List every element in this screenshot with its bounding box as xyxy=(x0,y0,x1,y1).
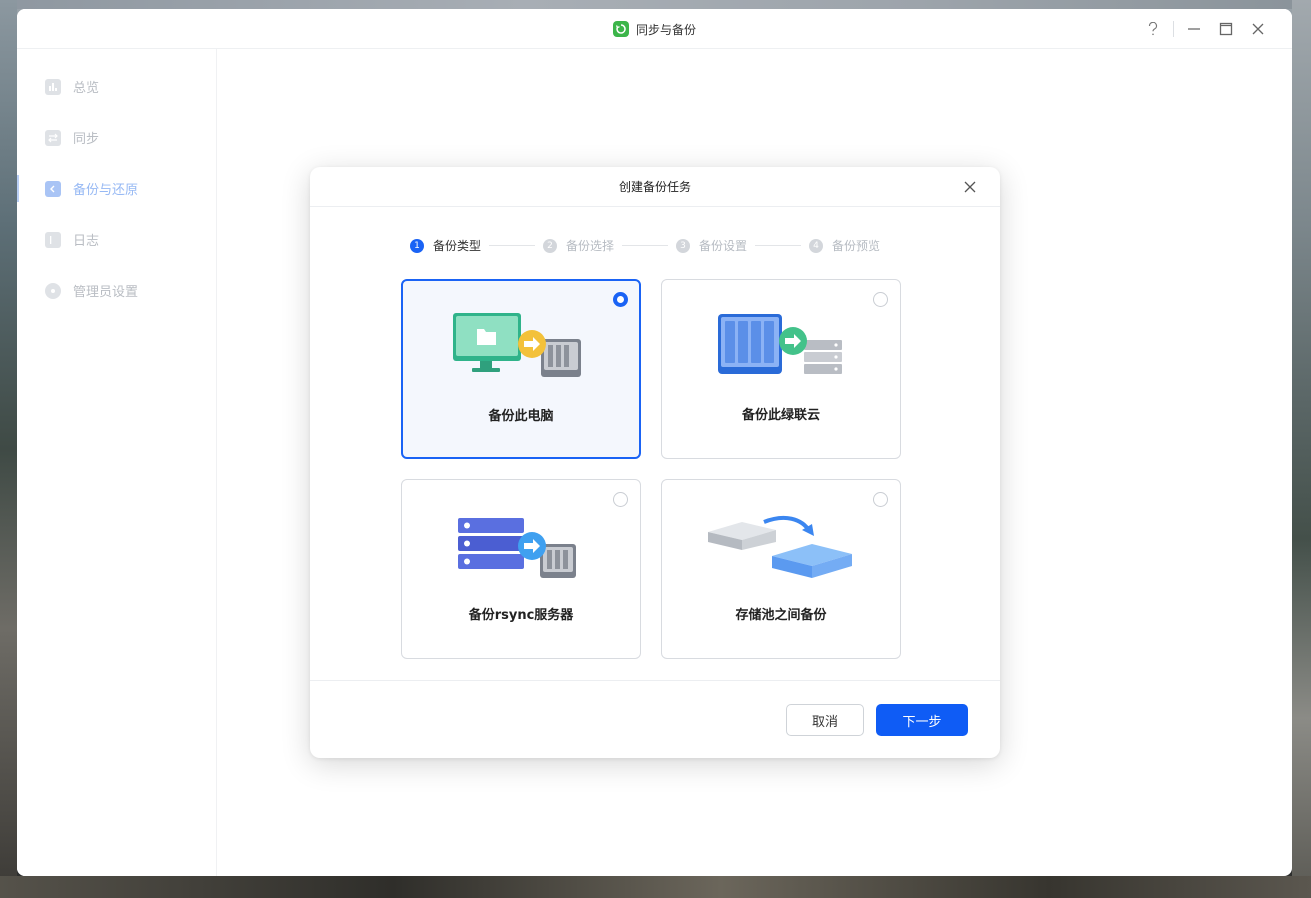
option-label: 备份此电脑 xyxy=(488,409,554,424)
close-icon[interactable] xyxy=(962,179,978,195)
sidebar-item-log[interactable]: 日志 xyxy=(17,214,216,265)
titlebar-divider xyxy=(1173,21,1174,37)
sidebar-item-label: 同步 xyxy=(73,132,100,147)
gear-icon xyxy=(45,282,61,299)
step-number: 1 xyxy=(410,238,424,253)
dialog-header: 创建备份任务 xyxy=(310,167,1000,207)
log-icon xyxy=(45,231,61,248)
desktop-wallpaper-bottom xyxy=(0,876,1311,898)
radio-button[interactable] xyxy=(613,292,628,307)
sidebar-item-admin-settings[interactable]: 管理员设置 xyxy=(17,265,216,316)
step-label: 备份类型 xyxy=(433,239,482,253)
dialog-footer: 取消 下一步 xyxy=(310,680,1000,758)
step-backup-selection: 2 备份选择 xyxy=(543,237,614,254)
sidebar-item-overview[interactable]: 总览 xyxy=(17,61,216,112)
rsync-to-nas-illustration xyxy=(402,510,640,590)
step-number: 3 xyxy=(676,238,691,253)
option-label: 备份rsync服务器 xyxy=(468,608,574,623)
step-number: 4 xyxy=(809,238,824,253)
radio-button[interactable] xyxy=(613,492,628,507)
dialog-title: 创建备份任务 xyxy=(618,180,691,194)
next-step-button[interactable]: 下一步 xyxy=(876,704,968,736)
step-connector xyxy=(755,245,802,246)
step-connector xyxy=(489,245,536,246)
minimize-icon[interactable] xyxy=(1178,9,1210,49)
sidebar-item-sync[interactable]: 同步 xyxy=(17,112,216,163)
cancel-button[interactable]: 取消 xyxy=(786,704,864,736)
step-indicator: 1 备份类型 2 备份选择 3 备份设置 4 备份预览 xyxy=(410,237,880,254)
title-bar: 同步与备份 xyxy=(17,9,1292,49)
step-backup-type: 1 备份类型 xyxy=(410,237,481,254)
step-number: 2 xyxy=(543,238,558,253)
step-label: 备份选择 xyxy=(566,239,615,253)
step-backup-preview: 4 备份预览 xyxy=(809,237,880,254)
window-title: 同步与备份 xyxy=(635,22,696,37)
step-label: 备份设置 xyxy=(699,239,748,253)
sync-backup-app-icon xyxy=(612,21,629,37)
maximize-icon[interactable] xyxy=(1210,9,1242,49)
nas-to-server-illustration xyxy=(662,310,900,390)
desktop-wallpaper-left xyxy=(0,0,17,898)
step-label: 备份预览 xyxy=(832,239,881,253)
sidebar-item-label: 备份与还原 xyxy=(73,183,139,198)
app-window: 同步与备份 总览 同步 备份与还原 日志 管理员设置 创建备份任务 1 备份类型… xyxy=(17,9,1292,876)
create-backup-dialog: 创建备份任务 1 备份类型 2 备份选择 3 备份设置 4 备份预览 备份此电脑… xyxy=(310,167,1000,758)
close-icon[interactable] xyxy=(1242,9,1274,49)
sidebar-item-backup-restore[interactable]: 备份与还原 xyxy=(17,163,216,214)
option-backup-this-nas[interactable]: 备份此绿联云 xyxy=(661,279,901,459)
sidebar-item-label: 总览 xyxy=(73,81,100,96)
desktop-wallpaper-top xyxy=(0,0,1311,9)
chart-icon xyxy=(45,78,61,95)
radio-button[interactable] xyxy=(873,492,888,507)
step-backup-settings: 3 备份设置 xyxy=(676,237,747,254)
desktop-wallpaper-right xyxy=(1292,0,1311,898)
option-backup-rsync-server[interactable]: 备份rsync服务器 xyxy=(401,479,641,659)
option-label: 备份此绿联云 xyxy=(741,408,820,423)
sidebar-item-label: 管理员设置 xyxy=(73,285,139,300)
option-storage-pool-backup[interactable]: 存储池之间备份 xyxy=(661,479,901,659)
option-backup-this-pc[interactable]: 备份此电脑 xyxy=(401,279,641,459)
sidebar: 总览 同步 备份与还原 日志 管理员设置 xyxy=(17,49,217,876)
backup-icon xyxy=(45,180,61,197)
storage-pool-illustration xyxy=(662,510,900,590)
radio-button[interactable] xyxy=(873,292,888,307)
sidebar-item-label: 日志 xyxy=(73,234,100,249)
sync-icon xyxy=(45,129,61,146)
help-icon[interactable] xyxy=(1137,9,1169,49)
pc-to-nas-illustration xyxy=(403,311,639,391)
option-label: 存储池之间备份 xyxy=(735,608,827,623)
step-connector xyxy=(622,245,669,246)
